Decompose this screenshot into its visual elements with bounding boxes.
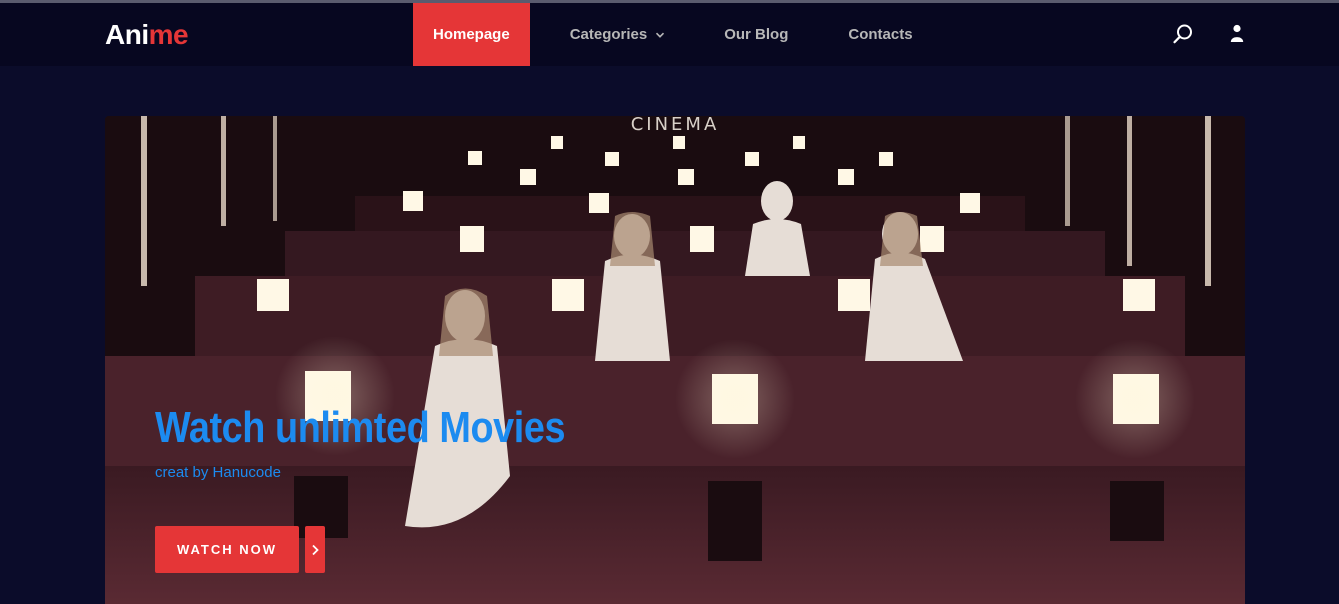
watch-now-button[interactable]: WATCH NOW bbox=[155, 526, 299, 573]
nav-our-blog[interactable]: Our Blog bbox=[724, 3, 788, 66]
nav-contacts-label: Contacts bbox=[848, 26, 913, 43]
nav-homepage[interactable]: Homepage bbox=[413, 3, 530, 66]
site-logo[interactable]: Anime bbox=[105, 17, 189, 53]
user-icon[interactable] bbox=[1226, 23, 1248, 45]
hero-banner: CINEMA Watch unlimted Movies creat by Ha… bbox=[105, 116, 1245, 604]
nav-categories-label: Categories bbox=[569, 26, 648, 43]
hero-title: Watch unlimted Movies bbox=[155, 403, 566, 452]
logo-part-1: Ani bbox=[105, 19, 149, 50]
hero-subtitle: creat by Hanucode bbox=[155, 464, 281, 481]
logo-part-2: me bbox=[148, 19, 189, 50]
chevron-right-icon bbox=[312, 544, 319, 555]
search-icon[interactable] bbox=[1172, 23, 1194, 45]
chevron-down-icon bbox=[656, 32, 665, 38]
site-header: Anime Homepage Categories Our Blog Conta… bbox=[0, 3, 1339, 66]
cinema-sign-text: CINEMA bbox=[631, 116, 720, 135]
nav-our-blog-label: Our Blog bbox=[724, 26, 789, 43]
nav-contacts[interactable]: Contacts bbox=[848, 3, 912, 66]
nav-homepage-label: Homepage bbox=[433, 26, 510, 43]
watch-now-arrow-button[interactable] bbox=[305, 526, 325, 573]
main-nav: Homepage Categories Our Blog Contacts bbox=[413, 3, 913, 66]
nav-categories[interactable]: Categories bbox=[570, 3, 666, 66]
